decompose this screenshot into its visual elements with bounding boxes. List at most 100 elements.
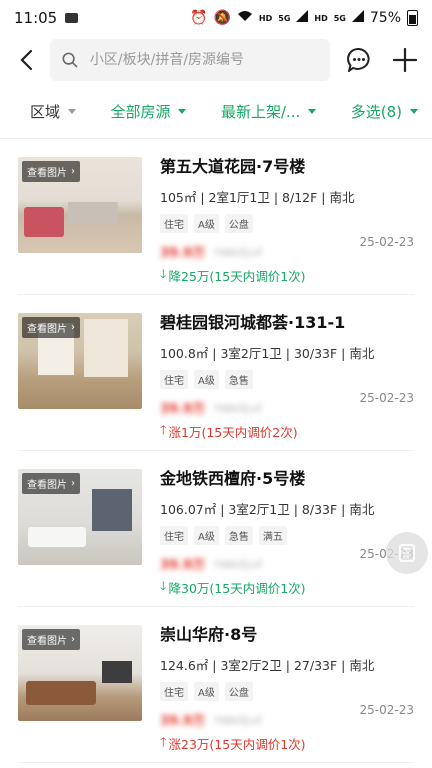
listing-specs: 100.8㎡ | 3室2厅1卫 | 30/33F | 南北 bbox=[160, 346, 375, 361]
listing-date: 25-02-23 bbox=[359, 703, 414, 717]
arrow-down-icon: 🡓 bbox=[160, 266, 167, 281]
listing-specs: 106.07㎡ | 3室2厅1卫 | 8/33F | 南北 bbox=[160, 502, 375, 517]
badge-label: 查看图片 bbox=[27, 324, 67, 335]
listing-specs: 124.6㎡ | 3室2厅2卫 | 27/33F | 南北 bbox=[160, 658, 375, 673]
hd-label-2: HD bbox=[314, 13, 328, 23]
listing-date: 25-02-23 bbox=[359, 391, 414, 405]
tag: A级 bbox=[194, 682, 219, 701]
caret-down-icon bbox=[68, 108, 77, 114]
mute-icon: 🔕 bbox=[213, 10, 231, 26]
caret-down-icon bbox=[308, 108, 317, 114]
message-button[interactable] bbox=[342, 43, 376, 77]
price-change: 🡑 涨1万(15天内调价2次) bbox=[160, 421, 414, 442]
unit-price: 7980元/㎡ bbox=[213, 403, 262, 415]
view-photos-badge[interactable]: 查看图片 › bbox=[22, 317, 80, 338]
listing-item[interactable]: 查看图片 › 崇山华府·8号 124.6㎡ | 3室2厅2卫 | 27/33F |… bbox=[18, 607, 414, 763]
chevron-left-icon bbox=[20, 49, 33, 71]
price-change: 🡑 涨23万(15天内调价1次) bbox=[160, 733, 414, 754]
listing-item[interactable]: 查看图片 › 金地铁西檀府·5号楼 106.07㎡ | 3室2厅1卫 | 8/33… bbox=[18, 451, 414, 607]
listing-item[interactable]: 查看图片 › 碧桂园银河城都荟·131-1 100.8㎡ | 3室2厅1卫 | 3… bbox=[18, 295, 414, 451]
price-change: 🡓 降25万(15天内调价1次) bbox=[160, 265, 414, 286]
listing-photo[interactable]: 查看图片 › bbox=[18, 469, 142, 565]
chevron-right-icon: › bbox=[71, 634, 75, 645]
floating-calculator-button[interactable] bbox=[386, 532, 428, 574]
listing-title: 第五大道花园·7号楼 bbox=[160, 157, 306, 176]
search-bar[interactable] bbox=[50, 39, 330, 81]
listing-photo[interactable]: 查看图片 › bbox=[18, 625, 142, 721]
view-photos-badge[interactable]: 查看图片 › bbox=[22, 473, 80, 494]
badge-label: 查看图片 bbox=[27, 480, 67, 491]
listing-title: 碧桂园银河城都荟·131-1 bbox=[160, 313, 346, 332]
arrow-down-icon: 🡓 bbox=[160, 578, 167, 593]
filter-label: 多选(8) bbox=[350, 102, 402, 121]
unit-price: 7980元/㎡ bbox=[213, 247, 262, 259]
signal-icon bbox=[351, 10, 364, 26]
listing-specs: 105㎡ | 2室1厅1卫 | 8/12F | 南北 bbox=[160, 190, 355, 205]
tag: 满五 bbox=[258, 526, 287, 545]
price-change: 🡓 降30万(15天内调价1次) bbox=[160, 577, 414, 598]
filter-sort[interactable]: 最新上架/... bbox=[220, 101, 317, 122]
listing-price: 39.9万 bbox=[160, 713, 206, 729]
tag: A级 bbox=[194, 214, 219, 233]
signal-label-2: 5G bbox=[333, 13, 346, 23]
chevron-right-icon: › bbox=[71, 166, 75, 177]
listing-photo[interactable]: 查看图片 › bbox=[18, 313, 142, 409]
search-icon bbox=[62, 52, 78, 68]
filter-label: 区域 bbox=[30, 102, 61, 121]
chat-bubble-icon bbox=[347, 47, 370, 72]
search-input[interactable] bbox=[87, 51, 318, 69]
listing-price: 39.9万 bbox=[160, 245, 206, 261]
listing-title: 金地铁西檀府·5号楼 bbox=[160, 469, 306, 488]
filter-label: 全部房源 bbox=[110, 102, 171, 121]
view-photos-badge[interactable]: 查看图片 › bbox=[22, 161, 80, 182]
filter-listing-type[interactable]: 全部房源 bbox=[110, 101, 187, 122]
listing-price: 39.9万 bbox=[160, 557, 206, 573]
battery-icon bbox=[407, 10, 418, 26]
filter-bar: 区域 全部房源 最新上架/... 多选(8) bbox=[0, 84, 432, 139]
tag: 住宅 bbox=[160, 370, 188, 389]
arrow-up-icon: 🡑 bbox=[160, 422, 167, 437]
add-button[interactable] bbox=[388, 43, 422, 77]
badge-label: 查看图片 bbox=[27, 168, 67, 179]
filter-more[interactable]: 多选(8) bbox=[351, 101, 418, 122]
tag: 公盘 bbox=[224, 682, 253, 701]
filter-label: 最新上架/... bbox=[220, 102, 301, 121]
arrow-up-icon: 🡑 bbox=[160, 734, 167, 749]
caret-down-icon bbox=[178, 108, 187, 114]
tag: 急售 bbox=[224, 370, 253, 389]
listing-list: 查看图片 › 第五大道花园·7号楼 105㎡ | 2室1厅1卫 | 8/12F |… bbox=[0, 139, 432, 763]
status-bar: 11:05 ⏰ 🔕 HD 5G HD 5G 75% bbox=[0, 0, 432, 36]
notification-icon bbox=[65, 13, 79, 23]
hd-label-1: HD bbox=[258, 13, 273, 23]
view-photos-badge[interactable]: 查看图片 › bbox=[22, 629, 80, 650]
price-change-text: 涨23万(15天内调价1次) bbox=[168, 737, 306, 752]
tag: 住宅 bbox=[160, 214, 188, 233]
chevron-right-icon: › bbox=[71, 478, 75, 489]
tag: 住宅 bbox=[160, 682, 188, 701]
signal-label-1: 5G bbox=[278, 13, 291, 23]
price-change-text: 降25万(15天内调价1次) bbox=[168, 269, 306, 284]
listing-title: 崇山华府·8号 bbox=[160, 625, 258, 644]
calculator-icon bbox=[399, 544, 415, 562]
chevron-right-icon: › bbox=[71, 322, 75, 333]
price-change-text: 涨1万(15天内调价2次) bbox=[168, 425, 298, 440]
listing-item[interactable]: 查看图片 › 第五大道花园·7号楼 105㎡ | 2室1厅1卫 | 8/12F |… bbox=[18, 139, 414, 295]
badge-label: 查看图片 bbox=[27, 636, 67, 647]
unit-price: 7980元/㎡ bbox=[213, 715, 262, 727]
tag: 公盘 bbox=[224, 214, 253, 233]
tag: 急售 bbox=[224, 526, 253, 545]
filter-area[interactable]: 区域 bbox=[30, 101, 77, 122]
price-change-text: 降30万(15天内调价1次) bbox=[168, 581, 306, 596]
alarm-icon: ⏰ bbox=[190, 10, 208, 26]
plus-icon bbox=[393, 48, 417, 72]
caret-down-icon bbox=[410, 108, 418, 114]
clock: 11:05 bbox=[14, 9, 58, 27]
tag: A级 bbox=[194, 370, 219, 389]
tag: A级 bbox=[194, 526, 219, 545]
tag: 住宅 bbox=[160, 526, 188, 545]
back-button[interactable] bbox=[14, 48, 38, 72]
unit-price: 7980元/㎡ bbox=[213, 559, 262, 571]
search-header bbox=[0, 36, 432, 84]
listing-photo[interactable]: 查看图片 › bbox=[18, 157, 142, 253]
listing-price: 39.9万 bbox=[160, 401, 206, 417]
